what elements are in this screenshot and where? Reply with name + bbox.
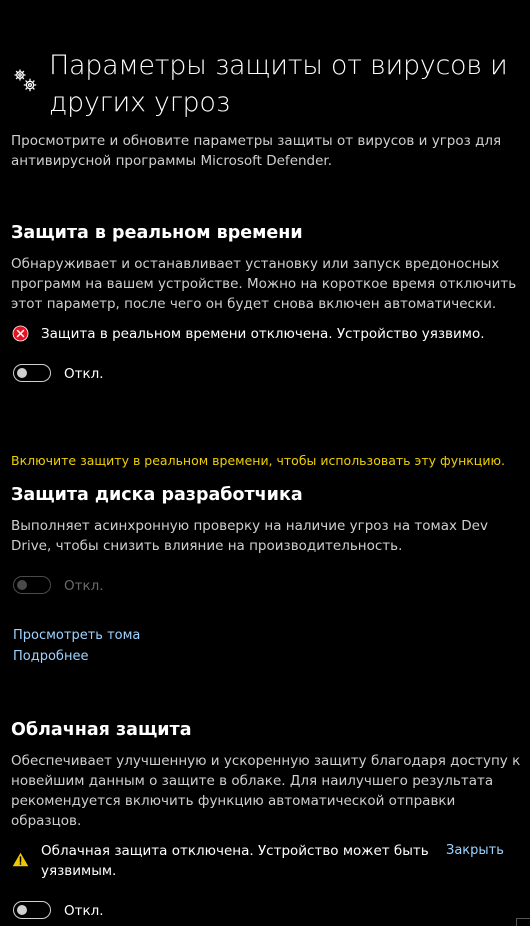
page-title: Параметры защиты от вирусов и других угр… bbox=[49, 50, 508, 118]
view-volumes-link[interactable]: Просмотреть тома bbox=[13, 626, 140, 646]
error-circle-icon bbox=[12, 325, 29, 342]
realtime-title: Защита в реальном времени bbox=[11, 223, 303, 243]
cloud-description: Обеспечивает улучшенную и ускоренную защ… bbox=[11, 753, 521, 829]
devdrive-notice: Включите защиту в реальном времени, чтоб… bbox=[11, 453, 505, 468]
cloud-title: Облачная защита bbox=[11, 720, 192, 740]
realtime-status: Защита в реальном времени отключена. Уст… bbox=[41, 326, 485, 342]
devdrive-description: Выполняет асинхронную проверку на наличи… bbox=[11, 518, 488, 554]
realtime-toggle[interactable] bbox=[13, 364, 51, 382]
realtime-description: Обнаруживает и останавливает установку и… bbox=[11, 256, 517, 312]
realtime-toggle-label: Откл. bbox=[64, 366, 104, 382]
toggle-knob bbox=[17, 579, 27, 590]
close-link[interactable]: Закрыть bbox=[446, 841, 504, 861]
toggle-knob bbox=[17, 367, 27, 378]
page-description: Просмотрите и обновите параметры защиты … bbox=[11, 133, 502, 169]
devdrive-toggle[interactable] bbox=[13, 576, 51, 594]
cloud-status: Облачная защита отключена. Устройство мо… bbox=[41, 843, 429, 879]
devdrive-toggle-label: Откл. bbox=[64, 578, 104, 594]
learn-more-link[interactable]: Подробнее bbox=[13, 647, 88, 667]
cloud-toggle-label: Откл. bbox=[64, 903, 104, 919]
warning-triangle-icon bbox=[12, 852, 29, 867]
gears-icon bbox=[14, 69, 37, 92]
toggle-knob bbox=[17, 904, 27, 915]
cloud-toggle[interactable] bbox=[13, 901, 51, 919]
devdrive-title: Защита диска разработчика bbox=[11, 485, 303, 505]
